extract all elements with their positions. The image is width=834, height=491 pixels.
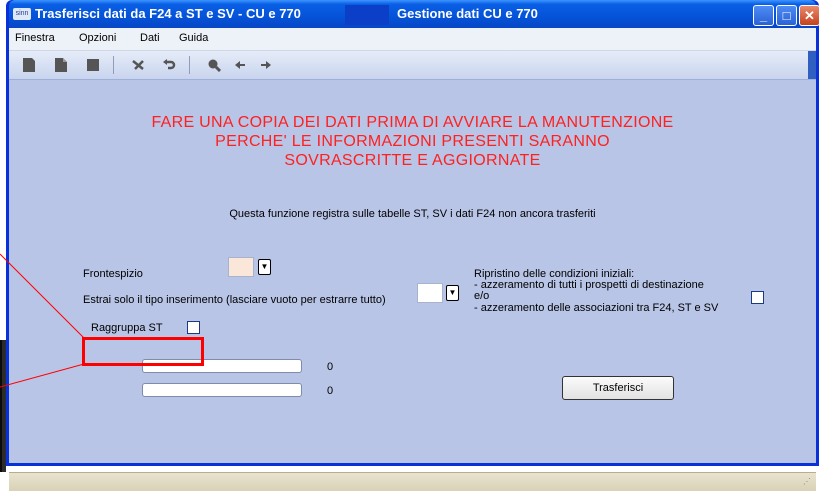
estrai-combo[interactable] xyxy=(417,283,443,303)
chevron-down-icon[interactable]: ▼ xyxy=(446,285,459,301)
toolbar-grip[interactable] xyxy=(808,51,816,79)
forward-icon[interactable] xyxy=(259,58,273,72)
app-icon: sinn xyxy=(13,8,31,20)
warning-line-1: FARE UNA COPIA DEI DATI PRIMA DI AVVIARE… xyxy=(151,114,674,131)
chevron-down-icon[interactable]: ▼ xyxy=(258,259,271,275)
title-bar[interactable]: sinn Trasferisci dati da F24 a ST e SV -… xyxy=(9,0,820,28)
toolbar-separator xyxy=(189,56,190,74)
background-window-edge-dark xyxy=(0,340,2,472)
warning-line-3: SOVRASCRITTE E AGGIORNATE xyxy=(284,152,541,169)
status-bar: ⋰ xyxy=(9,472,816,491)
menu-guida[interactable]: Guida xyxy=(179,32,208,44)
callout-highlight-box xyxy=(82,337,204,366)
progress-bar-2 xyxy=(142,383,302,397)
app-window: sinn Trasferisci dati da F24 a ST e SV -… xyxy=(6,0,820,491)
minimize-button[interactable]: _ xyxy=(753,5,774,26)
trasferisci-button[interactable]: Trasferisci xyxy=(562,376,674,400)
raggruppa-label: Raggruppa ST xyxy=(91,322,163,334)
copy-doc-icon[interactable] xyxy=(54,58,68,72)
menu-bar: Finestra Opzioni Dati Guida xyxy=(9,28,816,51)
window-title: Trasferisci dati da F24 a ST e SV - CU e… xyxy=(35,6,301,21)
warning-message: FARE UNA COPIA DEI DATI PRIMA DI AVVIARE… xyxy=(9,113,816,170)
progress-count-2: 0 xyxy=(327,385,334,397)
title-highlight-block xyxy=(345,5,389,25)
warning-line-2: PERCHE' LE INFORMAZIONI PRESENTI SARANNO xyxy=(215,133,610,150)
progress-count-1: 0 xyxy=(327,361,334,373)
close-button[interactable]: ✕ xyxy=(799,5,820,26)
ripristino-checkbox[interactable] xyxy=(751,291,764,304)
frontespizio-label: Frontespizio xyxy=(83,268,143,280)
maximize-button[interactable]: □ xyxy=(776,5,797,26)
raggruppa-checkbox[interactable] xyxy=(187,321,200,334)
menu-dati[interactable]: Dati xyxy=(140,32,160,44)
undo-icon[interactable] xyxy=(162,58,176,72)
back-icon[interactable] xyxy=(233,58,247,72)
menu-opzioni[interactable]: Opzioni xyxy=(79,32,116,44)
menu-finestra[interactable]: Finestra xyxy=(15,32,55,44)
toolbar xyxy=(9,51,816,80)
save-icon[interactable] xyxy=(86,58,100,72)
client-area: Finestra Opzioni Dati Guida FARE UNA COP… xyxy=(9,28,816,491)
delete-icon[interactable] xyxy=(131,58,145,72)
frontespizio-combo[interactable] xyxy=(228,257,254,277)
toolbar-separator xyxy=(113,56,114,74)
window-title-secondary: Gestione dati CU e 770 xyxy=(397,6,538,21)
new-doc-icon[interactable] xyxy=(22,58,36,72)
resize-grip-icon[interactable]: ⋰ xyxy=(803,477,813,487)
estrai-label: Estrai solo il tipo inserimento (lasciar… xyxy=(83,294,386,306)
ripristino-line-1b: e/o xyxy=(474,290,490,302)
ripristino-line-2: - azzeramento delle associazioni tra F24… xyxy=(474,302,719,314)
search-icon[interactable] xyxy=(207,58,222,73)
info-text: Questa funzione registra sulle tabelle S… xyxy=(229,208,596,220)
ripristino-line-1: - azzeramento di tutti i prospetti di de… xyxy=(474,279,704,291)
